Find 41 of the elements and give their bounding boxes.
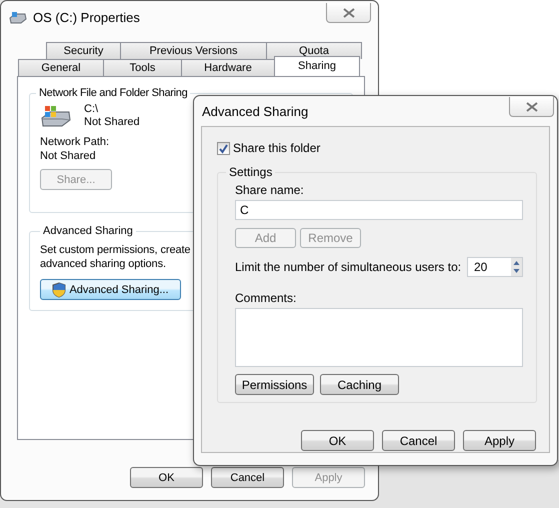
dialog-button[interactable]: Cancel [211, 467, 284, 488]
drive-path: C:\ [84, 103, 100, 115]
tab[interactable]: Sharing [274, 56, 360, 76]
tab[interactable]: Hardware [181, 59, 275, 76]
dialog-button[interactable]: OK [301, 430, 374, 451]
drive-icon [40, 104, 72, 128]
tab[interactable]: Security [46, 42, 121, 59]
user-limit-spinner[interactable]: 20 [467, 257, 523, 277]
share-name-field[interactable]: C [235, 200, 523, 220]
network-path-label: Network Path: [40, 136, 110, 148]
advanced-sharing-button[interactable]: Advanced Sharing... [40, 279, 181, 300]
window-title: OS (C:) Properties [33, 10, 140, 24]
close-icon [526, 102, 538, 112]
dialog-button[interactable]: Caching [320, 374, 399, 395]
description-text: Set custom permissions, create [40, 243, 190, 257]
close-button[interactable] [509, 97, 554, 117]
checkbox-label: Share this folder [233, 141, 320, 155]
spin-arrows-icon [511, 258, 522, 276]
field-label: Comments: [235, 291, 296, 305]
dialog-button[interactable]: OK [130, 467, 203, 488]
close-icon [342, 8, 354, 18]
dialog-button[interactable]: Apply [463, 430, 536, 451]
field-label: Limit the number of simultaneous users to: [235, 260, 462, 274]
field-label: Share name: [235, 183, 304, 197]
group-heading: Settings [228, 165, 274, 179]
close-button[interactable] [326, 3, 371, 23]
share-status: Not Shared [84, 116, 140, 128]
description-text: advanced sharing options. [40, 257, 166, 271]
drive-icon [9, 10, 27, 24]
dialog-button[interactable]: Permissions [235, 374, 314, 395]
shield-icon [52, 282, 66, 298]
group-heading: Network File and Folder Sharing [38, 87, 188, 99]
checkbox[interactable] [217, 142, 230, 154]
group-heading: Advanced Sharing [42, 225, 134, 237]
network-path-value: Not Shared [40, 150, 96, 162]
dialog-button[interactable]: Cancel [382, 430, 455, 451]
tab[interactable]: Previous Versions [120, 42, 267, 59]
comments-field[interactable] [235, 308, 523, 367]
tab[interactable]: Tools [103, 59, 182, 76]
tab[interactable]: General [18, 59, 104, 76]
dialog-title: Advanced Sharing [202, 104, 308, 118]
